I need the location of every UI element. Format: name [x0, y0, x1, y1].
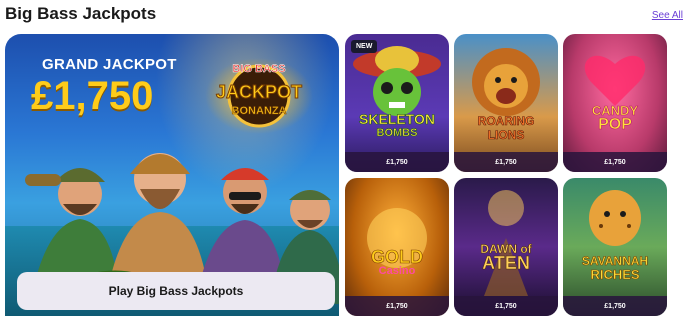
game-title-line: GOLD [371, 247, 424, 267]
section-title: Big Bass Jackpots [5, 4, 157, 23]
tile-footer: £1,750 [563, 296, 667, 316]
game-title-gold-casino: GOLD Casino [345, 247, 449, 278]
jackpot-amount: £1,750 [495, 302, 517, 310]
game-title-candy-pop: CANDY POP [563, 103, 667, 133]
dawn-of-aten-artwork [484, 190, 528, 296]
game-title-line: LIONS [487, 128, 525, 143]
tile-footer: £1,750 [454, 296, 558, 316]
game-title-line: POP [598, 116, 632, 133]
candy-pop-artwork [584, 55, 646, 106]
game-title-roaring-lions: ROARING LIONS [454, 114, 558, 143]
jackpot-amount: £1,750 [386, 158, 408, 166]
new-badge: NEW [351, 40, 378, 53]
see-all-link[interactable]: See All [652, 10, 683, 21]
game-tile-savannah-riches[interactable]: SAVANNAH RICHES £1,750 [563, 178, 667, 316]
game-title-line: Casino [378, 265, 416, 277]
game-title-savannah-riches: SAVANNAH RICHES [563, 254, 667, 282]
logo-line-1: BIG BASS [232, 63, 285, 75]
jackpot-amount: £1,750 [604, 302, 626, 310]
game-title-line: RICHES [590, 267, 640, 282]
tile-footer: £1,750 [345, 296, 449, 316]
big-bass-jackpot-logo: BIG BASS JACKPOT BONANZA [205, 58, 313, 134]
gold-casino-artwork [367, 208, 427, 268]
grand-jackpot-amount: £1,750 [31, 74, 154, 118]
play-big-bass-jackpots-button[interactable]: Play Big Bass Jackpots [17, 272, 335, 310]
game-title-line: SKELETON [359, 111, 436, 127]
hero-jackpot-tile[interactable]: GRAND JACKPOT £1,750 BIG BASS JACKPOT BO… [5, 34, 339, 316]
tile-footer: £1,750 [454, 152, 558, 172]
game-tile-candy-pop[interactable]: CANDY POP £1,750 [563, 34, 667, 172]
game-title-line: SAVANNAH [581, 254, 649, 269]
game-title-skeleton-bombs: SKELETON BOMBS [345, 112, 449, 140]
game-tile-gold-casino[interactable]: GOLD Casino £1,750 [345, 178, 449, 316]
jackpot-amount: £1,750 [604, 158, 626, 166]
section-header: Big Bass Jackpots See All [0, 0, 686, 34]
game-tile-dawn-of-aten[interactable]: DAWN of ATEN £1,750 [454, 178, 558, 316]
game-tile-roaring-lions[interactable]: ROARING LIONS £1,750 [454, 34, 558, 172]
game-title-line: BOMBS [376, 127, 418, 140]
tile-footer: £1,750 [345, 152, 449, 172]
logo-line-2: JACKPOT [216, 82, 302, 102]
grand-jackpot-label: GRAND JACKPOT [42, 56, 177, 73]
jackpot-amount: £1,750 [495, 158, 517, 166]
tile-footer: £1,750 [563, 152, 667, 172]
game-title-line: ATEN [482, 253, 530, 273]
game-title-dawn-of-aten: DAWN of ATEN [454, 242, 558, 273]
game-tile-skeleton-bombs[interactable]: NEW SKELETON BOMBS £1,750 [345, 34, 449, 172]
logo-line-3: BONANZA [232, 105, 287, 117]
jackpot-amount: £1,750 [386, 302, 408, 310]
game-title-line: ROARING [477, 114, 535, 129]
